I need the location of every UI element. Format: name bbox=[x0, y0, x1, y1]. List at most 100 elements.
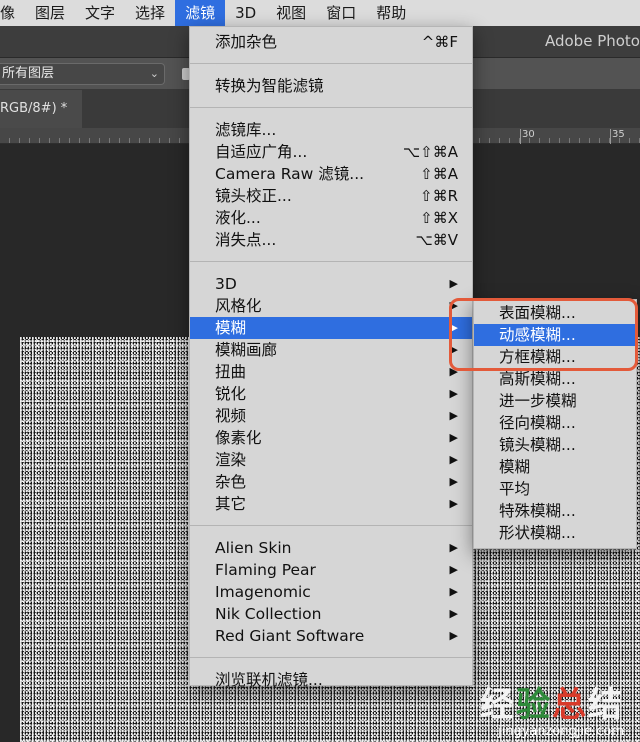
filter-menu-item[interactable]: 锐化 ▶ bbox=[190, 383, 472, 405]
filter-menu-item[interactable]: 杂色 ▶ bbox=[190, 471, 472, 493]
menubar-item[interactable]: 滤镜 bbox=[175, 0, 226, 26]
menu-item-label: 方框模糊... bbox=[499, 348, 576, 366]
filter-menu-item[interactable]: 渲染 ▶ bbox=[190, 449, 472, 471]
menu-separator bbox=[190, 53, 472, 75]
blur-submenu-item[interactable]: 高斯模糊... bbox=[474, 368, 636, 390]
blur-submenu-item[interactable]: 镜头模糊... bbox=[474, 434, 636, 456]
menubar-item[interactable]: 窗口 bbox=[316, 0, 366, 26]
blur-submenu-item[interactable]: 径向模糊... bbox=[474, 412, 636, 434]
menu-shortcut: ^⌘F bbox=[421, 33, 458, 51]
watermark-char: 经 bbox=[480, 685, 516, 725]
blur-submenu-item[interactable]: 特殊模糊... bbox=[474, 500, 636, 522]
blur-submenu: 表面模糊... 动感模糊... 方框模糊... 高斯模糊... 进一步模糊径向模糊...… bbox=[473, 299, 637, 549]
menubar-item[interactable]: 3D bbox=[225, 0, 266, 26]
menu-shortcut: ⌥⇧⌘A bbox=[402, 143, 458, 161]
menu-item-label: Flaming Pear bbox=[215, 561, 316, 579]
menu-item-label: 表面模糊... bbox=[499, 304, 576, 322]
filter-menu-item[interactable]: 添加杂色 ^⌘F bbox=[190, 31, 472, 53]
menu-item-label: 进一步模糊 bbox=[499, 392, 577, 410]
menu-shortcut: ⇧⌘R bbox=[420, 187, 458, 205]
document-tab[interactable]: RGB/8#) * bbox=[0, 90, 82, 128]
blur-submenu-item[interactable]: 平均 bbox=[474, 478, 636, 500]
blur-submenu-item[interactable]: 方框模糊... bbox=[474, 346, 636, 368]
menu-shortcut: ⇧⌘A bbox=[420, 165, 458, 183]
menu-item-label: 渲染 bbox=[215, 451, 247, 469]
layer-sample-select[interactable]: 所有图层 ⌄ bbox=[0, 63, 165, 85]
menu-item-label: 浏览联机滤镜... bbox=[215, 671, 323, 689]
filter-menu-item[interactable]: Red Giant Software ▶ bbox=[190, 625, 472, 647]
submenu-arrow-icon: ▶ bbox=[449, 365, 458, 378]
menu-item-label: 扭曲 bbox=[215, 363, 247, 381]
filter-menu-item[interactable]: 液化... ⇧⌘X bbox=[190, 207, 472, 229]
menu-item-label: 液化... bbox=[215, 209, 261, 227]
filter-menu-item[interactable]: Imagenomic ▶ bbox=[190, 581, 472, 603]
filter-menu-item[interactable]: Camera Raw 滤镜... ⇧⌘A bbox=[190, 163, 472, 185]
menu-item-label: 动感模糊... bbox=[499, 326, 576, 344]
filter-menu-item[interactable]: 扭曲 ▶ bbox=[190, 361, 472, 383]
menu-item-label: 其它 bbox=[215, 495, 247, 513]
blur-submenu-item[interactable]: 进一步模糊 bbox=[474, 390, 636, 412]
menu-item-label: 3D bbox=[215, 275, 237, 293]
menu-item-label: 模糊画廊 bbox=[215, 341, 278, 359]
ruler-tick: 30 bbox=[520, 129, 535, 144]
menu-item-label: Alien Skin bbox=[215, 539, 292, 557]
menu-item-label: Red Giant Software bbox=[215, 627, 365, 645]
filter-menu-item[interactable]: 风格化 ▶ bbox=[190, 295, 472, 317]
menu-item-label: 滤镜库... bbox=[215, 121, 277, 139]
filter-menu-item[interactable]: Flaming Pear ▶ bbox=[190, 559, 472, 581]
menu-item-label: 杂色 bbox=[215, 473, 247, 491]
submenu-arrow-icon: ▶ bbox=[449, 409, 458, 422]
menu-item-label: 消失点... bbox=[215, 231, 277, 249]
filter-menu-item[interactable]: 视频 ▶ bbox=[190, 405, 472, 427]
menu-item-label: 镜头校正... bbox=[215, 187, 292, 205]
menubar-item[interactable]: 像 bbox=[0, 0, 25, 26]
submenu-arrow-icon: ▶ bbox=[449, 387, 458, 400]
menu-item-label: 径向模糊... bbox=[499, 414, 576, 432]
menubar-item[interactable]: 图层 bbox=[25, 0, 75, 26]
menubar-item[interactable]: 帮助 bbox=[366, 0, 416, 26]
watermark-char: 验 bbox=[516, 685, 552, 725]
filter-menu-item[interactable]: Nik Collection ▶ bbox=[190, 603, 472, 625]
menu-item-label: 视频 bbox=[215, 407, 247, 425]
submenu-arrow-icon: ▶ bbox=[449, 431, 458, 444]
menu-item-label: 锐化 bbox=[215, 385, 247, 403]
filter-menu-item[interactable]: 镜头校正... ⇧⌘R bbox=[190, 185, 472, 207]
menu-item-label: 添加杂色 bbox=[215, 33, 278, 51]
watermark-char: 总 bbox=[552, 685, 588, 725]
blur-submenu-item[interactable]: 表面模糊... bbox=[474, 302, 636, 324]
menu-shortcut: ⌥⌘V bbox=[415, 231, 458, 249]
submenu-arrow-icon: ▶ bbox=[449, 343, 458, 356]
menubar-item[interactable]: 视图 bbox=[266, 0, 316, 26]
menu-item-label: 模糊 bbox=[215, 319, 247, 337]
filter-menu-item[interactable]: 其它 ▶ bbox=[190, 493, 472, 515]
menu-separator bbox=[190, 515, 472, 537]
filter-menu-item[interactable]: 模糊画廊 ▶ bbox=[190, 339, 472, 361]
filter-menu-item[interactable]: 模糊 ▶ bbox=[190, 317, 472, 339]
submenu-arrow-icon: ▶ bbox=[449, 585, 458, 598]
menu-bar: 像图层 文字 选择 滤镜 3D 视图 窗口 帮助 bbox=[0, 0, 640, 26]
submenu-arrow-icon: ▶ bbox=[449, 497, 458, 510]
menu-item-label: 平均 bbox=[499, 480, 531, 498]
watermark-logo: 经验总结 bbox=[480, 686, 624, 724]
menu-item-label: Imagenomic bbox=[215, 583, 311, 601]
menu-item-label: Nik Collection bbox=[215, 605, 322, 623]
menu-item-label: 形状模糊... bbox=[499, 524, 576, 542]
filter-menu-item[interactable]: Alien Skin ▶ bbox=[190, 537, 472, 559]
filter-menu-item[interactable]: 3D ▶ bbox=[190, 273, 472, 295]
menu-item-label: 模糊 bbox=[499, 458, 531, 476]
filter-menu-item[interactable]: 消失点... ⌥⌘V bbox=[190, 229, 472, 251]
filter-menu-item[interactable]: 转换为智能滤镜 bbox=[190, 75, 472, 97]
submenu-arrow-icon: ▶ bbox=[449, 299, 458, 312]
app-title: Adobe Photo bbox=[544, 32, 640, 50]
menubar-item[interactable]: 文字 bbox=[75, 0, 125, 26]
blur-submenu-item[interactable]: 模糊 bbox=[474, 456, 636, 478]
filter-menu-item[interactable]: 滤镜库... bbox=[190, 119, 472, 141]
filter-menu-item[interactable]: 像素化 ▶ bbox=[190, 427, 472, 449]
menubar-item[interactable]: 选择 bbox=[125, 0, 175, 26]
filter-menu-item[interactable]: 浏览联机滤镜... bbox=[190, 669, 472, 691]
ruler-tick: 35 bbox=[610, 129, 625, 144]
menu-separator bbox=[190, 97, 472, 119]
filter-menu-item[interactable]: 自适应广角... ⌥⇧⌘A bbox=[190, 141, 472, 163]
blur-submenu-item[interactable]: 形状模糊... bbox=[474, 522, 636, 544]
blur-submenu-item[interactable]: 动感模糊... bbox=[474, 324, 636, 346]
